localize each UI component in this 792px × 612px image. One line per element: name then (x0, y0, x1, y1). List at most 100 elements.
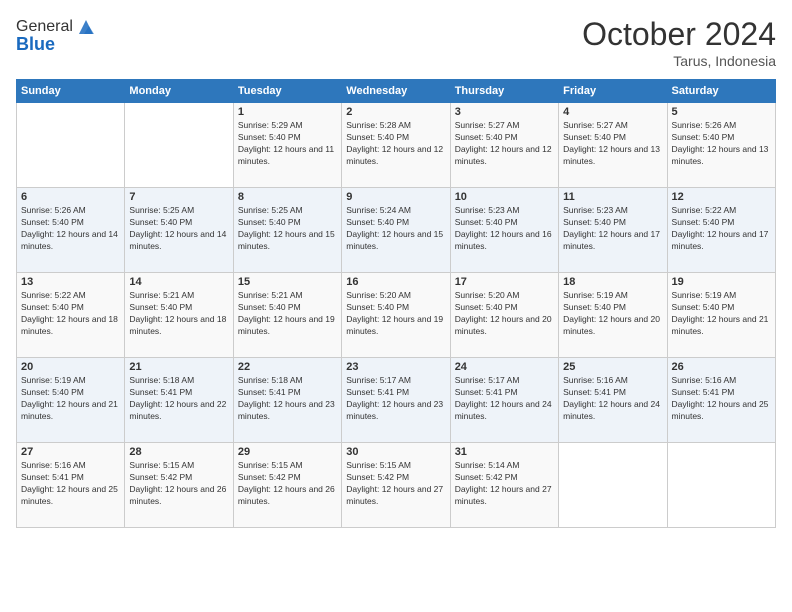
calendar-week-row: 1 Sunrise: 5:29 AM Sunset: 5:40 PM Daylig… (17, 103, 776, 188)
col-saturday: Saturday (667, 80, 775, 103)
calendar-cell: 31Sunrise: 5:14 AM Sunset: 5:42 PM Dayli… (450, 443, 558, 528)
col-friday: Friday (559, 80, 667, 103)
calendar-cell: 21 Sunrise: 5:18 AM Sunset: 5:41 PM Dayli… (125, 358, 233, 443)
day-number: 9 (346, 191, 445, 203)
day-info: Sunrise: 5:28 AM Sunset: 5:40 PM Dayligh… (346, 120, 445, 168)
calendar-cell: 29 Sunrise: 5:15 AM Sunset: 5:42 PM Dayli… (233, 443, 341, 528)
day-number: 28 (129, 446, 228, 458)
month-title: October 2024 (582, 16, 776, 53)
day-info: Sunrise: 5:21 AM Sunset: 5:40 PM Dayligh… (129, 290, 228, 338)
day-info: Sunrise: 5:27 AM Sunset: 5:40 PM Dayligh… (455, 120, 554, 168)
day-number: 8 (238, 191, 337, 203)
day-info: Sunrise: 5:21 AM Sunset: 5:40 PM Dayligh… (238, 290, 337, 338)
day-info: Sunrise: 5:16 AM Sunset: 5:41 PM Dayligh… (21, 460, 120, 508)
calendar-week-row: 27 Sunrise: 5:16 AM Sunset: 5:41 PM Dayli… (17, 443, 776, 528)
day-number: 27 (21, 446, 120, 458)
calendar-cell: 9 Sunrise: 5:24 AM Sunset: 5:40 PM Daylig… (342, 188, 450, 273)
calendar-cell: 26 Sunrise: 5:16 AM Sunset: 5:41 PM Dayli… (667, 358, 775, 443)
day-number: 6 (21, 191, 120, 203)
title-block: October 2024 Tarus, Indonesia (582, 16, 776, 69)
calendar-week-row: 6 Sunrise: 5:26 AM Sunset: 5:40 PM Daylig… (17, 188, 776, 273)
calendar-cell: 4Sunrise: 5:27 AM Sunset: 5:40 PM Daylig… (559, 103, 667, 188)
day-info: Sunrise: 5:26 AM Sunset: 5:40 PM Dayligh… (21, 205, 120, 253)
location-subtitle: Tarus, Indonesia (582, 53, 776, 69)
day-number: 5 (672, 106, 771, 118)
day-number: 21 (129, 361, 228, 373)
day-number: 22 (238, 361, 337, 373)
calendar-cell: 5 Sunrise: 5:26 AM Sunset: 5:40 PM Daylig… (667, 103, 775, 188)
day-number: 15 (238, 276, 337, 288)
calendar-cell: 10Sunrise: 5:23 AM Sunset: 5:40 PM Dayli… (450, 188, 558, 273)
day-info: Sunrise: 5:27 AM Sunset: 5:40 PM Dayligh… (563, 120, 662, 168)
day-info: Sunrise: 5:19 AM Sunset: 5:40 PM Dayligh… (672, 290, 771, 338)
calendar-cell: 18Sunrise: 5:19 AM Sunset: 5:40 PM Dayli… (559, 273, 667, 358)
day-info: Sunrise: 5:15 AM Sunset: 5:42 PM Dayligh… (346, 460, 445, 508)
day-number: 14 (129, 276, 228, 288)
day-number: 13 (21, 276, 120, 288)
calendar-cell: 27 Sunrise: 5:16 AM Sunset: 5:41 PM Dayli… (17, 443, 125, 528)
calendar-cell: 28 Sunrise: 5:15 AM Sunset: 5:42 PM Dayli… (125, 443, 233, 528)
calendar-cell: 23 Sunrise: 5:17 AM Sunset: 5:41 PM Dayli… (342, 358, 450, 443)
calendar-cell (17, 103, 125, 188)
day-number: 23 (346, 361, 445, 373)
calendar-cell: 14 Sunrise: 5:21 AM Sunset: 5:40 PM Dayli… (125, 273, 233, 358)
day-info: Sunrise: 5:25 AM Sunset: 5:40 PM Dayligh… (238, 205, 337, 253)
calendar-cell (667, 443, 775, 528)
day-number: 3 (455, 106, 554, 118)
calendar-header-row: Sunday Monday Tuesday Wednesday Thursday… (17, 80, 776, 103)
calendar-week-row: 20Sunrise: 5:19 AM Sunset: 5:40 PM Dayli… (17, 358, 776, 443)
day-info: Sunrise: 5:25 AM Sunset: 5:40 PM Dayligh… (129, 205, 228, 253)
day-number: 24 (455, 361, 554, 373)
day-info: Sunrise: 5:16 AM Sunset: 5:41 PM Dayligh… (672, 375, 771, 423)
calendar-cell: 3 Sunrise: 5:27 AM Sunset: 5:40 PM Daylig… (450, 103, 558, 188)
calendar-cell: 20Sunrise: 5:19 AM Sunset: 5:40 PM Dayli… (17, 358, 125, 443)
col-thursday: Thursday (450, 80, 558, 103)
day-info: Sunrise: 5:29 AM Sunset: 5:40 PM Dayligh… (238, 120, 337, 168)
day-number: 17 (455, 276, 554, 288)
day-info: Sunrise: 5:17 AM Sunset: 5:41 PM Dayligh… (455, 375, 554, 423)
day-info: Sunrise: 5:20 AM Sunset: 5:40 PM Dayligh… (346, 290, 445, 338)
calendar-cell: 2 Sunrise: 5:28 AM Sunset: 5:40 PM Daylig… (342, 103, 450, 188)
day-info: Sunrise: 5:26 AM Sunset: 5:40 PM Dayligh… (672, 120, 771, 168)
calendar-table: Sunday Monday Tuesday Wednesday Thursday… (16, 79, 776, 528)
day-info: Sunrise: 5:19 AM Sunset: 5:40 PM Dayligh… (21, 375, 120, 423)
calendar-cell: 12 Sunrise: 5:22 AM Sunset: 5:40 PM Dayli… (667, 188, 775, 273)
calendar-cell: 7Sunrise: 5:25 AM Sunset: 5:40 PM Daylig… (125, 188, 233, 273)
calendar-cell: 15 Sunrise: 5:21 AM Sunset: 5:40 PM Dayli… (233, 273, 341, 358)
day-number: 11 (563, 191, 662, 203)
day-number: 12 (672, 191, 771, 203)
header: General Blue October 2024 Tarus, Indones… (16, 16, 776, 69)
day-info: Sunrise: 5:18 AM Sunset: 5:41 PM Dayligh… (238, 375, 337, 423)
calendar-cell: 24 Sunrise: 5:17 AM Sunset: 5:41 PM Dayli… (450, 358, 558, 443)
day-info: Sunrise: 5:17 AM Sunset: 5:41 PM Dayligh… (346, 375, 445, 423)
day-number: 29 (238, 446, 337, 458)
logo-icon (75, 16, 97, 38)
day-info: Sunrise: 5:23 AM Sunset: 5:40 PM Dayligh… (563, 205, 662, 253)
day-number: 30 (346, 446, 445, 458)
day-number: 1 (238, 106, 337, 118)
calendar-cell: 17Sunrise: 5:20 AM Sunset: 5:40 PM Dayli… (450, 273, 558, 358)
calendar-cell: 1 Sunrise: 5:29 AM Sunset: 5:40 PM Daylig… (233, 103, 341, 188)
day-info: Sunrise: 5:19 AM Sunset: 5:40 PM Dayligh… (563, 290, 662, 338)
calendar-cell: 8 Sunrise: 5:25 AM Sunset: 5:40 PM Daylig… (233, 188, 341, 273)
day-number: 16 (346, 276, 445, 288)
day-info: Sunrise: 5:15 AM Sunset: 5:42 PM Dayligh… (129, 460, 228, 508)
calendar-cell: 6 Sunrise: 5:26 AM Sunset: 5:40 PM Daylig… (17, 188, 125, 273)
calendar-cell: 11 Sunrise: 5:23 AM Sunset: 5:40 PM Dayli… (559, 188, 667, 273)
calendar-cell: 16 Sunrise: 5:20 AM Sunset: 5:40 PM Dayli… (342, 273, 450, 358)
day-number: 31 (455, 446, 554, 458)
calendar-cell: 22 Sunrise: 5:18 AM Sunset: 5:41 PM Dayli… (233, 358, 341, 443)
calendar-cell: 13Sunrise: 5:22 AM Sunset: 5:40 PM Dayli… (17, 273, 125, 358)
col-monday: Monday (125, 80, 233, 103)
logo: General Blue (16, 16, 97, 55)
day-info: Sunrise: 5:24 AM Sunset: 5:40 PM Dayligh… (346, 205, 445, 253)
col-wednesday: Wednesday (342, 80, 450, 103)
calendar-cell: 30 Sunrise: 5:15 AM Sunset: 5:42 PM Dayli… (342, 443, 450, 528)
day-number: 26 (672, 361, 771, 373)
calendar-cell (125, 103, 233, 188)
day-info: Sunrise: 5:15 AM Sunset: 5:42 PM Dayligh… (238, 460, 337, 508)
day-number: 2 (346, 106, 445, 118)
day-info: Sunrise: 5:22 AM Sunset: 5:40 PM Dayligh… (672, 205, 771, 253)
calendar-week-row: 13Sunrise: 5:22 AM Sunset: 5:40 PM Dayli… (17, 273, 776, 358)
day-info: Sunrise: 5:18 AM Sunset: 5:41 PM Dayligh… (129, 375, 228, 423)
